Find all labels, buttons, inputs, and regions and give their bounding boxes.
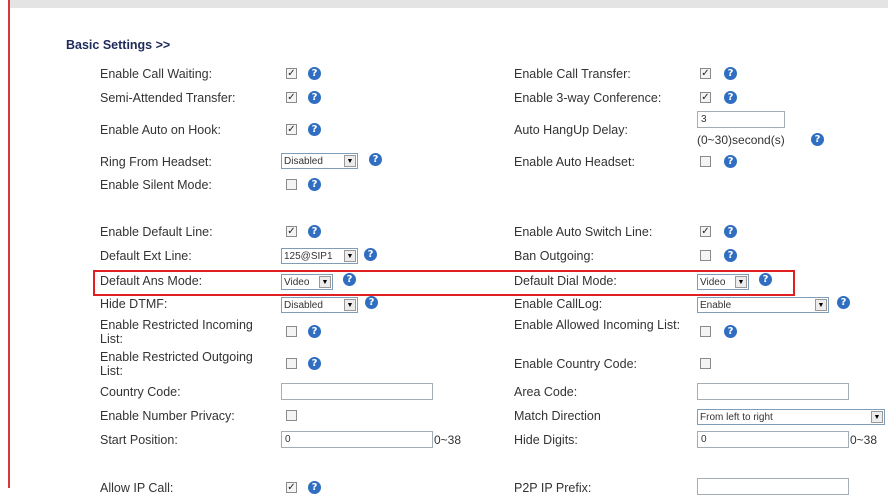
help-icon[interactable]: ? [724,225,737,238]
label-enable-call-waiting: Enable Call Waiting: [100,67,213,81]
auto-hangup-range-hint: (0~30)second(s) [697,133,785,147]
checkbox-enable-restricted-outgoing-list[interactable] [286,358,297,369]
checkbox-enable-auto-on-hook[interactable]: ✓ [286,124,297,135]
label-enable-auto-switch-line: Enable Auto Switch Line: [514,225,653,239]
label-enable-auto-headset: Enable Auto Headset: [514,155,635,169]
country-code-input[interactable] [281,383,433,400]
help-icon[interactable]: ? [308,225,321,238]
checkbox-enable-auto-headset[interactable] [700,156,711,167]
label-enable-default-line: Enable Default Line: [100,225,213,239]
help-icon[interactable]: ? [308,325,321,338]
select-value: Enable [700,299,732,311]
label-enable-restricted-incoming-list: Enable Restricted Incoming List: [100,318,253,346]
label-enable-restricted-outgoing-list: Enable Restricted Outgoing List: [100,350,253,378]
help-icon[interactable]: ? [724,325,737,338]
label-hide-dtmf: Hide DTMF: [100,297,168,311]
help-icon[interactable]: ? [308,91,321,104]
label-allow-ip-call: Allow IP Call: [100,481,174,495]
help-icon[interactable]: ? [837,296,850,309]
checkbox-enable-default-line[interactable]: ✓ [286,226,297,237]
default-ext-line-select[interactable]: 125@SIP1 ▼ [281,248,358,264]
start-position-input[interactable]: 0 [281,431,433,448]
dropdown-arrow-icon: ▼ [815,299,827,311]
section-title-basic-settings[interactable]: Basic Settings >> [66,38,170,52]
help-icon[interactable]: ? [724,155,737,168]
label-ban-outgoing: Ban Outgoing: [514,249,594,263]
select-value: 125@SIP1 [284,250,333,262]
checkbox-semi-attended-transfer[interactable]: ✓ [286,92,297,103]
hide-digits-input[interactable]: 0 [697,431,849,448]
dropdown-arrow-icon: ▼ [344,155,356,167]
checkbox-enable-number-privacy[interactable] [286,410,297,421]
label-enable-number-privacy: Enable Number Privacy: [100,409,235,423]
label-enable-country-code: Enable Country Code: [514,357,637,371]
match-direction-select[interactable]: From left to right ▼ [697,409,885,425]
help-icon[interactable]: ? [308,178,321,191]
select-value: Disabled [284,299,323,311]
select-value: From left to right [700,411,773,423]
checkbox-enable-3-way-conference[interactable]: ✓ [700,92,711,103]
label-semi-attended-transfer: Semi-Attended Transfer: [100,91,236,105]
label-auto-hangup-delay: Auto HangUp Delay: [514,123,628,137]
checkbox-enable-auto-switch-line[interactable]: ✓ [700,226,711,237]
help-icon[interactable]: ? [724,91,737,104]
label-enable-allowed-incoming-list: Enable Allowed Incoming List: [514,318,681,332]
label-country-code: Country Code: [100,385,181,399]
checkbox-enable-call-transfer[interactable]: ✓ [700,68,711,79]
label-start-position: Start Position: [100,433,178,447]
auto-hangup-delay-input[interactable]: 3 [697,111,785,128]
label-enable-auto-on-hook: Enable Auto on Hook: [100,123,221,137]
help-icon[interactable]: ? [308,123,321,136]
help-icon[interactable]: ? [308,357,321,370]
help-icon[interactable]: ? [365,296,378,309]
help-icon[interactable]: ? [724,67,737,80]
enable-calllog-select[interactable]: Enable ▼ [697,297,829,313]
start-position-range-hint: 0~38 [434,433,462,447]
highlight-box [93,270,795,296]
help-icon[interactable]: ? [369,153,382,166]
help-icon[interactable]: ? [724,249,737,262]
label-match-direction: Match Direction [514,409,601,423]
label-hide-digits: Hide Digits: [514,433,578,447]
label-p2p-ip-prefix: P2P IP Prefix: [514,481,592,495]
label-enable-3-way-conference: Enable 3-way Conference: [514,91,662,105]
checkbox-enable-silent-mode[interactable] [286,179,297,190]
help-icon[interactable]: ? [308,67,321,80]
help-icon[interactable]: ? [811,133,824,146]
select-value: Disabled [284,155,323,167]
area-code-input[interactable] [697,383,849,400]
left-accent-line [8,0,10,488]
dropdown-arrow-icon: ▼ [344,250,356,262]
label-enable-silent-mode: Enable Silent Mode: [100,178,212,192]
p2p-ip-prefix-input[interactable] [697,478,849,495]
dropdown-arrow-icon: ▼ [344,299,356,311]
help-icon[interactable]: ? [364,248,377,261]
checkbox-enable-country-code[interactable] [700,358,711,369]
checkbox-enable-call-waiting[interactable]: ✓ [286,68,297,79]
checkbox-enable-restricted-incoming-list[interactable] [286,326,297,337]
label-enable-call-transfer: Enable Call Transfer: [514,67,631,81]
top-bar [10,0,888,8]
ring-from-headset-select[interactable]: Disabled ▼ [281,153,358,169]
label-enable-calllog: Enable CallLog: [514,297,603,311]
hide-digits-range-hint: 0~38 [850,433,878,447]
hide-dtmf-select[interactable]: Disabled ▼ [281,297,358,313]
dropdown-arrow-icon: ▼ [871,411,883,423]
checkbox-ban-outgoing[interactable] [700,250,711,261]
label-ring-from-headset: Ring From Headset: [100,155,212,169]
label-default-ext-line: Default Ext Line: [100,249,192,263]
checkbox-enable-allowed-incoming-list[interactable] [700,326,711,337]
label-area-code: Area Code: [514,385,578,399]
